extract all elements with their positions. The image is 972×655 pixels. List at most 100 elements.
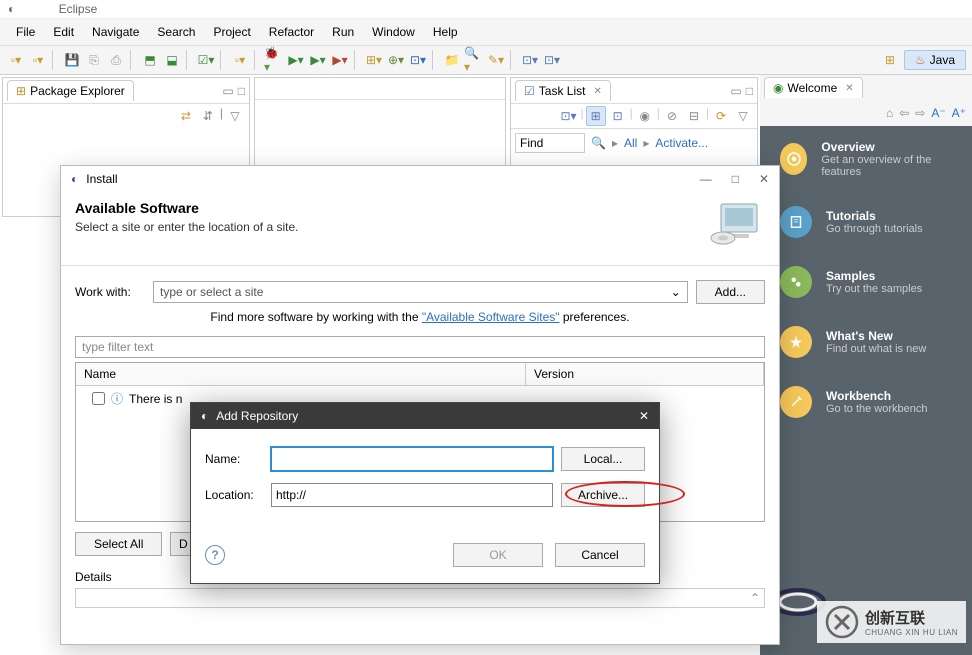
package-icon: ⊞ [16, 84, 26, 98]
work-with-combo[interactable]: type or select a site ⌄ [153, 281, 688, 303]
help-icon[interactable]: ? [205, 545, 225, 565]
maximize-button[interactable]: □ [732, 172, 739, 186]
new-java-icon[interactable]: ▫▾ [230, 50, 250, 70]
minimize-button[interactable]: — [700, 172, 712, 186]
menu-navigate[interactable]: Navigate [84, 22, 147, 42]
filter-input[interactable] [75, 336, 765, 358]
back-icon[interactable]: ⇦ [899, 106, 909, 120]
menu-help[interactable]: Help [425, 22, 466, 42]
name-input[interactable] [271, 447, 553, 471]
welcome-tutorials[interactable]: TutorialsGo through tutorials [760, 192, 972, 252]
open-perspective-icon[interactable]: ⊞ [880, 50, 900, 70]
all-link[interactable]: All [624, 136, 637, 150]
welcome-tab[interactable]: ◉ Welcome ✕ [764, 77, 863, 98]
java-perspective-button[interactable]: ♨ Java [904, 50, 966, 70]
minimize-icon[interactable]: ▭ [730, 84, 741, 98]
tutorials-desc: Go through tutorials [826, 223, 923, 235]
zoom-out-icon[interactable]: A⁻ [931, 106, 945, 120]
menu-search[interactable]: Search [149, 22, 203, 42]
welcome-whatsnew[interactable]: What's NewFind out what is new [760, 312, 972, 372]
add-repository-dialog: ◐ Add Repository ✕ Name: Local... Locati… [190, 402, 660, 584]
debug-icon[interactable]: 🐞▾ [264, 50, 284, 70]
task2-icon[interactable]: ⊡▾ [542, 50, 562, 70]
location-input[interactable] [271, 483, 553, 507]
welcome-overview[interactable]: OverviewGet an overview of the features [760, 126, 972, 192]
maximize-icon[interactable]: □ [238, 84, 245, 98]
hide-icon[interactable]: ⊘ [662, 106, 682, 126]
add-button[interactable]: Add... [696, 280, 765, 304]
col-version[interactable]: Version [526, 363, 764, 385]
name-label: Name: [205, 452, 263, 466]
select-all-button[interactable]: Select All [75, 532, 162, 556]
collapse-icon[interactable]: ⇄ [176, 106, 196, 126]
ext-tools-icon[interactable]: ▶▾ [330, 50, 350, 70]
expand-icon[interactable]: ⌃ [750, 591, 760, 605]
focus-icon[interactable]: ◉ [635, 106, 655, 126]
fwd-icon[interactable]: ⇨ [915, 106, 925, 120]
brand-cn: 创新互联 [865, 607, 958, 628]
software-sites-link[interactable]: "Available Software Sites" [422, 310, 560, 324]
new-type-icon[interactable]: ⊡▾ [408, 50, 428, 70]
collapse2-icon[interactable]: ⊟ [684, 106, 704, 126]
archive-button[interactable]: Archive... [561, 483, 645, 507]
annotate-icon[interactable]: ✎▾ [486, 50, 506, 70]
menu-project[interactable]: Project [205, 22, 258, 42]
menu-refactor[interactable]: Refactor [261, 22, 322, 42]
activate-link[interactable]: Activate... [655, 136, 708, 150]
titlebar: ◐ Eclipse [0, 0, 972, 19]
col-name[interactable]: Name [76, 363, 526, 385]
details-box: ⌃ [75, 588, 765, 608]
link-icon[interactable]: ⇵ [198, 106, 218, 126]
zoom-in-icon[interactable]: A⁺ [952, 106, 966, 120]
local-button[interactable]: Local... [561, 447, 645, 471]
row-checkbox[interactable] [92, 392, 105, 405]
open-type-icon[interactable]: 📁 [442, 50, 462, 70]
search-icon[interactable]: 🔍▾ [464, 50, 484, 70]
search-small-icon[interactable]: 🔍 [591, 136, 606, 150]
find-input[interactable] [515, 133, 585, 153]
categorize-icon[interactable]: ⊞ [586, 106, 606, 126]
new-class-icon[interactable]: ⊕▾ [386, 50, 406, 70]
work-with-label: Work with: [75, 285, 145, 299]
open-icon[interactable]: ▫▾ [28, 50, 48, 70]
welcome-samples[interactable]: SamplesTry out the samples [760, 252, 972, 312]
build-icon[interactable]: ⬒ [140, 50, 160, 70]
new-icon[interactable]: ▫▾ [6, 50, 26, 70]
close-button[interactable]: ✕ [759, 172, 769, 186]
minimize-icon[interactable]: ▭ [222, 84, 233, 98]
menu-file[interactable]: File [8, 22, 43, 42]
package-explorer-tab[interactable]: ⊞ Package Explorer [7, 80, 134, 101]
close-icon[interactable]: ✕ [639, 409, 649, 423]
cancel-button[interactable]: Cancel [555, 543, 645, 567]
toggle-icon[interactable]: ☑▾ [196, 50, 216, 70]
schedule-icon[interactable]: ⊡ [608, 106, 628, 126]
main-toolbar: ▫▾ ▫▾ 💾 ⎘ ⎙ ⬒ ⬓ ☑▾ ▫▾ 🐞▾ ▶▾ ▶▾ ▶▾ ⊞▾ ⊕▾ … [0, 46, 972, 75]
new-pkg-icon[interactable]: ⊞▾ [364, 50, 384, 70]
tutorials-icon [780, 206, 812, 238]
save-all-icon[interactable]: ⎘ [84, 50, 104, 70]
maximize-icon[interactable]: □ [746, 84, 753, 98]
close-icon[interactable]: ✕ [593, 86, 601, 97]
task-icon[interactable]: ⊡▾ [520, 50, 540, 70]
task-list-icon: ☑ [524, 84, 535, 98]
overview-desc: Get an overview of the features [821, 154, 952, 178]
sync-icon[interactable]: ⟳ [711, 106, 731, 126]
menu-edit[interactable]: Edit [45, 22, 82, 42]
build-all-icon[interactable]: ⬓ [162, 50, 182, 70]
tutorials-heading: Tutorials [826, 209, 923, 223]
view-menu-icon[interactable]: ▽ [225, 106, 245, 126]
close-icon[interactable]: ✕ [845, 83, 853, 94]
home-icon[interactable]: ⌂ [886, 106, 893, 120]
save-icon[interactable]: 💾 [62, 50, 82, 70]
run-last-icon[interactable]: ▶▾ [308, 50, 328, 70]
run-icon[interactable]: ▶▾ [286, 50, 306, 70]
view-menu2-icon[interactable]: ▽ [733, 106, 753, 126]
task-list-tab[interactable]: ☑ Task List ✕ [515, 80, 611, 101]
welcome-workbench[interactable]: WorkbenchGo to the workbench [760, 372, 972, 432]
menu-window[interactable]: Window [364, 22, 423, 42]
menu-run[interactable]: Run [324, 22, 362, 42]
new-task-icon[interactable]: ⊡▾ [559, 106, 579, 126]
ok-button[interactable]: OK [453, 543, 543, 567]
print-icon[interactable]: ⎙ [106, 50, 126, 70]
java-icon: ♨ [915, 53, 926, 67]
